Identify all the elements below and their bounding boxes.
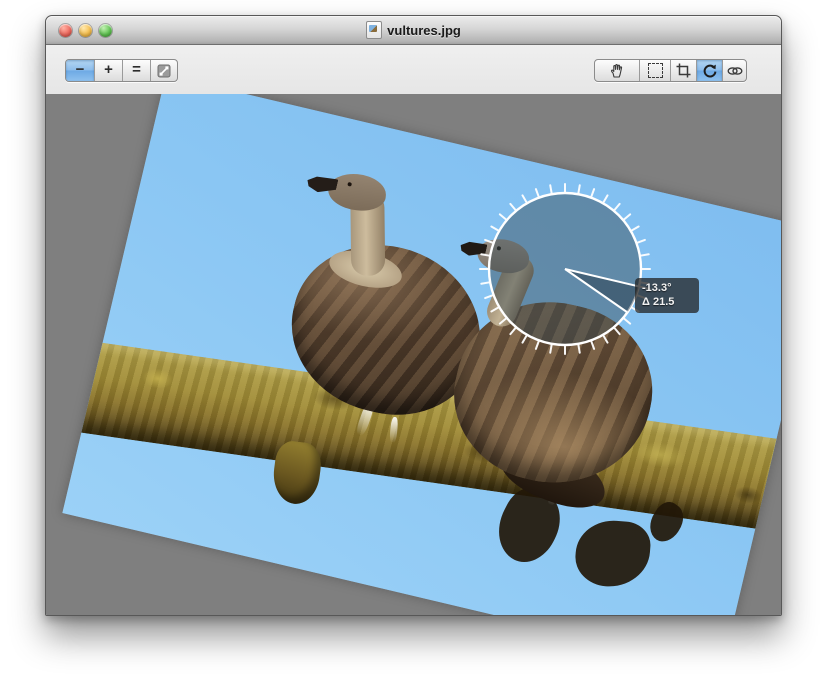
chain-icon <box>727 65 743 77</box>
rotation-delta-value: Δ 21.5 <box>642 295 692 309</box>
zoom-out-button[interactable]: − <box>66 60 95 81</box>
document-proxy-icon[interactable] <box>366 21 382 39</box>
hanging-moss <box>573 518 652 589</box>
crop-icon <box>676 63 691 78</box>
fit-image-icon <box>157 64 171 78</box>
actual-size-button[interactable]: = <box>123 60 151 81</box>
select-tool-button[interactable] <box>640 60 671 81</box>
app-window: vultures.jpg − + = <box>45 15 782 616</box>
link-tool-button[interactable] <box>723 60 746 81</box>
crop-tool-button[interactable] <box>671 60 697 81</box>
rotate-icon <box>702 63 718 79</box>
rotation-angle-value: -13.3° <box>642 281 692 295</box>
canvas-background: -13.3° Δ 21.5 <box>46 94 781 615</box>
desktop: vultures.jpg − + = <box>0 0 821 682</box>
title-bar[interactable]: vultures.jpg <box>46 16 781 45</box>
pan-tool-button[interactable] <box>595 60 640 81</box>
rotation-angle-badge: -13.3° Δ 21.5 <box>635 278 699 313</box>
rotation-dial[interactable] <box>470 174 660 364</box>
vulture-left-head <box>326 172 387 213</box>
zoom-to-fit-button[interactable] <box>151 60 177 81</box>
minus-icon: − <box>76 62 85 77</box>
toolbar: − + = <box>46 45 781 95</box>
marquee-icon <box>648 63 663 78</box>
equals-icon: = <box>132 62 141 77</box>
plus-icon: + <box>104 62 113 77</box>
hand-icon <box>609 63 625 79</box>
zoom-in-button[interactable]: + <box>95 60 123 81</box>
branch-knob <box>270 439 324 506</box>
zoom-segmented-control: − + = <box>65 59 178 82</box>
window-title: vultures.jpg <box>387 23 461 38</box>
rotate-tool-button[interactable] <box>697 60 723 81</box>
tools-segmented-control <box>594 59 747 82</box>
image-canvas[interactable] <box>62 94 781 615</box>
